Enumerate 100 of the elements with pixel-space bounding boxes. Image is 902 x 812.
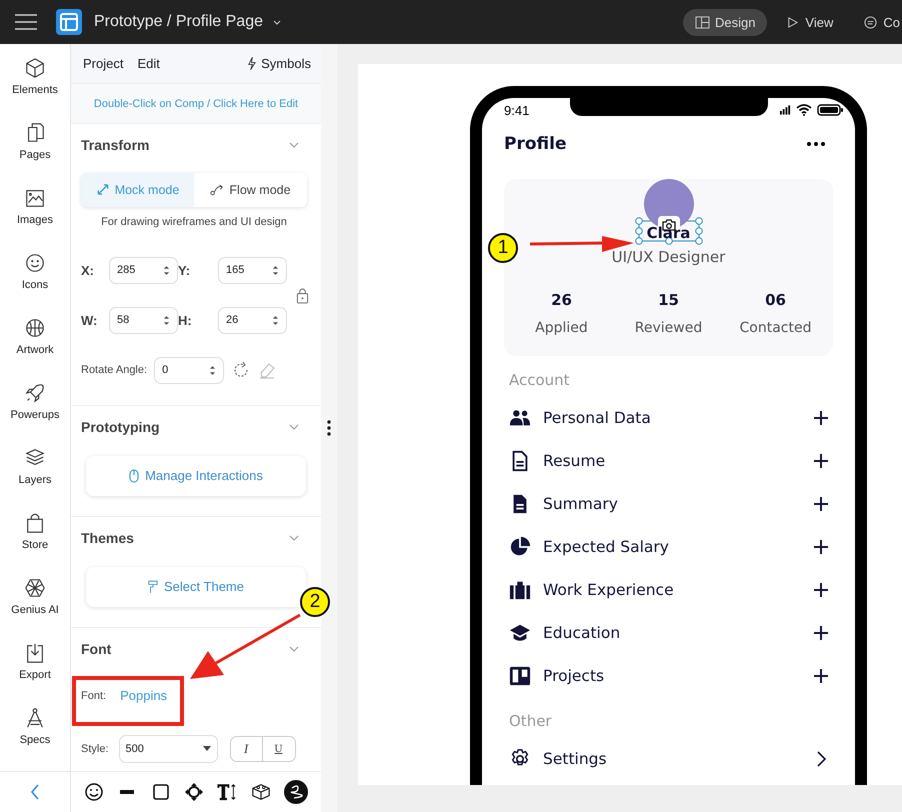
rocket-icon xyxy=(24,381,46,405)
number-field[interactable]: 58 xyxy=(109,306,178,334)
field-label: X: xyxy=(81,262,95,278)
number-field[interactable]: 165 xyxy=(218,256,287,284)
field-label: Font: xyxy=(81,690,106,702)
more-options-icon[interactable] xyxy=(327,420,331,436)
panel-tab[interactable]: Edit xyxy=(137,56,160,72)
plus-icon[interactable] xyxy=(813,538,829,554)
menu-item[interactable]: Personal Data xyxy=(504,396,833,439)
stat-value: 26 xyxy=(551,291,572,309)
plus-icon[interactable] xyxy=(813,496,829,512)
layout-icon xyxy=(694,16,710,28)
sidebar-item[interactable]: Specs xyxy=(0,706,70,771)
mouse-icon xyxy=(129,468,140,483)
sidebar-item[interactable]: Artwork xyxy=(0,316,70,381)
mode-tab[interactable]: Design xyxy=(682,8,768,36)
scribble-tool-icon[interactable] xyxy=(284,780,308,804)
board-icon xyxy=(509,664,531,686)
menu-item[interactable]: Education xyxy=(504,611,833,654)
sidebar-item[interactable]: Layers xyxy=(0,446,70,511)
number-field[interactable]: 26 xyxy=(218,306,287,334)
stat-value: 15 xyxy=(658,291,679,309)
collapse-icon[interactable] xyxy=(30,784,40,800)
stepper-icon[interactable] xyxy=(272,264,279,277)
stat-label: Contacted xyxy=(740,320,812,336)
page-title: Profile xyxy=(504,134,566,154)
section-title: Prototyping xyxy=(81,418,160,435)
paint-roller-icon xyxy=(148,580,158,594)
menu-item[interactable]: Projects xyxy=(504,654,833,697)
lightning-icon xyxy=(247,56,256,72)
section-title: Transform xyxy=(81,136,150,153)
field-label: W: xyxy=(81,312,98,328)
wifi-icon xyxy=(796,104,812,116)
sidebar-item[interactable]: Images xyxy=(0,186,70,251)
field-label: Y: xyxy=(178,262,192,278)
panel-tab[interactable]: Project xyxy=(83,56,124,72)
section-heading: Account xyxy=(509,370,571,391)
curve-arrow-icon xyxy=(210,183,224,196)
text-tool-icon[interactable] xyxy=(217,782,238,802)
sidebar-item[interactable]: Powerups xyxy=(0,381,70,446)
lock-icon[interactable] xyxy=(296,286,309,304)
sidebar-item[interactable]: Store xyxy=(0,511,70,576)
menu-item[interactable]: Expected Salary xyxy=(504,525,833,568)
profile-role: UI/UX Designer xyxy=(612,248,726,266)
sidebar-item[interactable]: Icons xyxy=(0,251,70,316)
sidebar-item[interactable]: Pages xyxy=(0,121,70,186)
selection-handles-drawing[interactable] xyxy=(634,217,703,245)
select-theme-button[interactable]: Select Theme xyxy=(86,566,306,607)
cube-icon xyxy=(24,56,46,80)
rotate-icon[interactable] xyxy=(232,361,250,380)
rectangle-tool-icon[interactable] xyxy=(150,782,171,802)
plus-icon[interactable] xyxy=(813,624,829,640)
menu-icon[interactable] xyxy=(15,14,37,30)
project-title: Prototype / Profile Page xyxy=(94,13,263,31)
menu-item[interactable]: Settings xyxy=(504,737,833,780)
stepper-icon[interactable] xyxy=(209,364,216,377)
caret-icon[interactable] xyxy=(272,20,281,24)
stepper-icon[interactable] xyxy=(272,314,279,327)
stepper-icon[interactable] xyxy=(163,314,170,327)
plus-icon[interactable] xyxy=(813,582,829,598)
component-tool-icon[interactable] xyxy=(250,782,271,802)
move-tool-icon[interactable] xyxy=(184,782,204,802)
field-label: H: xyxy=(178,312,193,328)
stat-label: Reviewed xyxy=(634,320,702,336)
stat-label: Applied xyxy=(535,320,588,336)
mode-tab[interactable]: View xyxy=(773,8,846,36)
status-time: 9:41 xyxy=(504,102,530,118)
stepper-icon[interactable] xyxy=(163,264,170,277)
field-label: Rotate Angle: xyxy=(81,364,148,376)
emoji-tool-icon[interactable] xyxy=(84,782,104,802)
menu-item[interactable]: Summary xyxy=(504,482,833,525)
sidebar-item[interactable]: Genius AI xyxy=(0,576,70,641)
sidebar-item[interactable]: Export xyxy=(0,641,70,706)
mode-description: For drawing wireframes and UI design xyxy=(100,216,288,228)
section-title: Font xyxy=(81,640,112,657)
more-options-icon[interactable] xyxy=(807,142,825,146)
number-field[interactable]: 285 xyxy=(109,256,178,284)
plus-icon[interactable] xyxy=(813,452,829,468)
format-button[interactable]: I xyxy=(230,736,263,761)
signal-icon xyxy=(780,105,791,115)
plus-icon[interactable] xyxy=(813,410,829,426)
section-heading: Other xyxy=(509,711,553,732)
sidebar-item[interactable]: Elements xyxy=(0,56,70,121)
manage-interactions-button[interactable]: Manage Interactions xyxy=(86,456,306,496)
mode-toggle[interactable]: Flow mode xyxy=(194,172,307,207)
field-label: Style: xyxy=(81,742,109,755)
symbols-button[interactable]: Symbols xyxy=(247,56,311,72)
menu-item[interactable]: Resume xyxy=(504,439,833,482)
dropdown-caret-icon[interactable] xyxy=(202,746,211,752)
style-dropdown[interactable]: 500 xyxy=(118,734,218,763)
resize-arrows-icon xyxy=(96,183,110,196)
shopping-bag-icon xyxy=(24,511,46,535)
comment-icon xyxy=(863,16,878,28)
stat-value: 06 xyxy=(765,291,786,309)
menu-item[interactable]: Work Experience xyxy=(504,568,833,611)
mode-tab[interactable]: Co xyxy=(851,8,902,36)
number-field[interactable]: 0 xyxy=(154,356,224,384)
plus-icon[interactable] xyxy=(813,668,829,684)
section-title: Themes xyxy=(81,530,134,546)
export-icon xyxy=(24,641,46,665)
